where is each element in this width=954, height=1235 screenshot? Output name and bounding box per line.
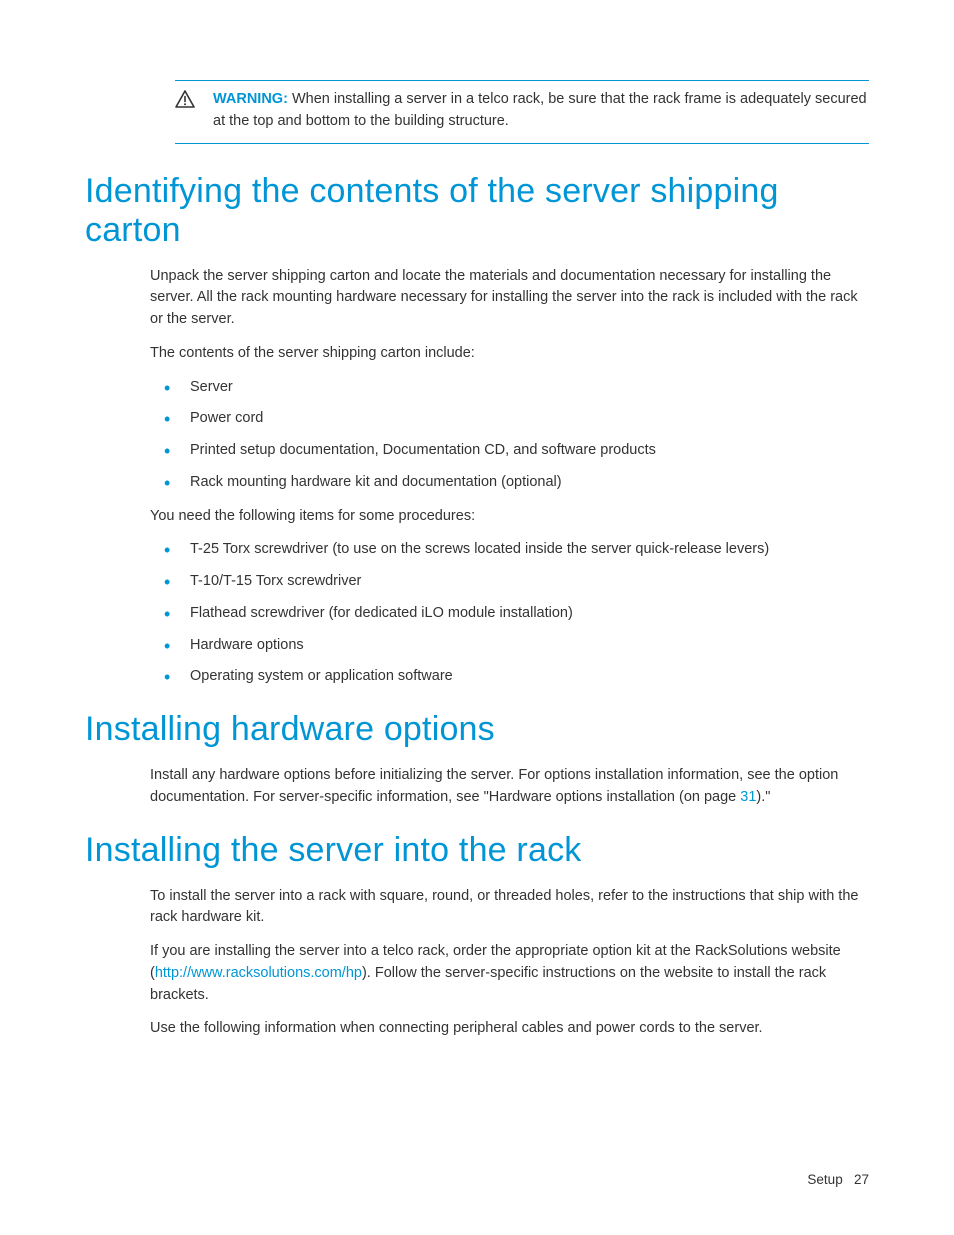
warning-text: WARNING: When installing a server in a t… [213,89,869,133]
list-item: Operating system or application software [150,666,869,688]
list-item: Power cord [150,408,869,430]
list-item: Printed setup documentation, Documentati… [150,440,869,462]
list-item: T-25 Torx screwdriver (to use on the scr… [150,539,869,561]
section-body: Install any hardware options before init… [150,765,869,809]
paragraph: Install any hardware options before init… [150,765,869,809]
paragraph: Unpack the server shipping carton and lo… [150,266,869,331]
heading-installing-hardware: Installing hardware options [85,710,869,749]
heading-identifying-contents: Identifying the contents of the server s… [85,172,869,250]
list-item: T-10/T-15 Torx screwdriver [150,571,869,593]
section-installing-hardware: Installing hardware options Install any … [85,710,869,809]
list-item: Rack mounting hardware kit and documenta… [150,472,869,494]
list-item: Hardware options [150,635,869,657]
footer-page-number: 27 [854,1172,869,1187]
warning-body: When installing a server in a telco rack… [213,91,867,129]
paragraph: You need the following items for some pr… [150,506,869,528]
paragraph: Use the following information when conne… [150,1018,869,1040]
warning-callout: WARNING: When installing a server in a t… [175,80,869,144]
paragraph: To install the server into a rack with s… [150,886,869,930]
contents-list: Server Power cord Printed setup document… [150,377,869,494]
list-item: Flathead screwdriver (for dedicated iLO … [150,603,869,625]
page-reference-link[interactable]: 31 [740,789,756,805]
section-identifying-contents: Identifying the contents of the server s… [85,172,869,689]
paragraph: The contents of the server shipping cart… [150,343,869,365]
heading-installing-rack: Installing the server into the rack [85,831,869,870]
text-run: Install any hardware options before init… [150,767,838,805]
section-body: Unpack the server shipping carton and lo… [150,266,869,689]
list-item: Server [150,377,869,399]
section-installing-rack: Installing the server into the rack To i… [85,831,869,1041]
warning-label: WARNING: [213,91,288,107]
warning-icon [175,90,195,113]
required-items-list: T-25 Torx screwdriver (to use on the scr… [150,539,869,688]
document-page: WARNING: When installing a server in a t… [0,0,954,1122]
page-footer: Setup 27 [807,1172,869,1187]
url-link[interactable]: http://www.racksolutions.com/hp [155,965,362,981]
footer-section-name: Setup [807,1172,842,1187]
section-body: To install the server into a rack with s… [150,886,869,1041]
paragraph: If you are installing the server into a … [150,941,869,1006]
text-run: )." [756,789,770,805]
